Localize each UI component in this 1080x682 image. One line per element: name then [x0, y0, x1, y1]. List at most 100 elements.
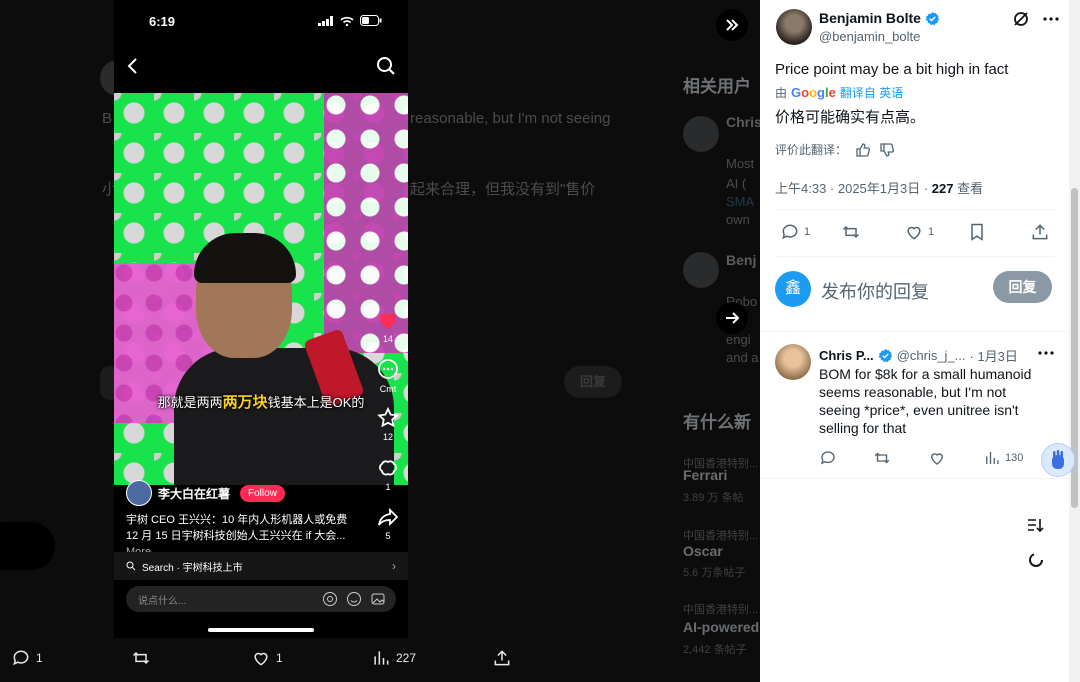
video-like-count: 14: [382, 334, 393, 344]
comment-date[interactable]: · 1月3日: [970, 346, 1018, 365]
remix-icon: [379, 460, 397, 476]
heart-icon: [907, 226, 921, 240]
mention-icon[interactable]: [322, 591, 338, 607]
video-subtitle: 那就是两两两万块钱基本上是OK的: [157, 394, 365, 411]
chevron-right-icon: ›: [392, 559, 396, 573]
bg-trend-count: 5.6 万条帖子: [683, 567, 746, 579]
video-remix-count: 1: [385, 482, 391, 492]
more-icon[interactable]: [1037, 344, 1055, 362]
bg-trend-count: 3.89 万 条帖: [683, 492, 744, 504]
video-creator: 李大白在红薯 Follow: [126, 480, 285, 506]
reply-count: 1: [804, 226, 811, 238]
bottom-share-button[interactable]: [492, 648, 512, 668]
next-media-button[interactable]: [716, 302, 748, 334]
bg-user-name: Chris: [726, 114, 762, 130]
image-icon[interactable]: [370, 591, 386, 607]
bg-user-bio-line: engi: [726, 332, 751, 347]
divider: [775, 209, 1055, 210]
sort-icon[interactable]: [1026, 516, 1044, 534]
tweet-detail-panel: Benjamin Bolte @benjamin_bolte Price poi…: [760, 0, 1080, 682]
bookmark-icon: [971, 223, 983, 241]
translated-from-link[interactable]: 翻译自 英语: [840, 84, 903, 101]
tweet-view-count: 227: [931, 181, 954, 196]
author-handle[interactable]: @benjamin_bolte: [819, 29, 920, 44]
repost-icon: [842, 225, 860, 239]
more-icon[interactable]: [1042, 10, 1060, 28]
bottom-like-button[interactable]: 1: [251, 648, 283, 668]
video-like-button[interactable]: 14: [372, 308, 404, 344]
video-favorite-button[interactable]: 12: [372, 406, 404, 442]
reply-input[interactable]: 发布你的回复: [821, 278, 929, 304]
video-comment-input[interactable]: 说点什么...: [126, 586, 396, 612]
share-arrow-icon: [378, 507, 399, 527]
bottom-views-button[interactable]: 227: [371, 648, 416, 668]
rate-translation-label: 评价此翻译：: [775, 143, 848, 157]
emoji-icon[interactable]: [346, 591, 362, 607]
comment-view-count: 130: [1005, 452, 1024, 464]
thumbs-up-icon[interactable]: [855, 142, 871, 158]
comment-like-button[interactable]: [928, 449, 946, 467]
repost-icon: [132, 651, 150, 665]
divider: [775, 256, 1055, 257]
video-share-count: 5: [385, 531, 391, 541]
grok-icon[interactable]: [1012, 10, 1030, 28]
share-button[interactable]: [1030, 222, 1050, 242]
tweet-meta: 上午4:33 · 2025年1月3日 · 227 查看: [775, 178, 983, 197]
comment-header: Chris P... @chris_j_... · 1月3日: [819, 346, 1018, 365]
media-action-bar: 1 1 227: [0, 648, 520, 676]
comment-reply-button[interactable]: [819, 449, 837, 467]
phone-status-bar: 6:19: [114, 12, 408, 32]
views-icon: [374, 651, 389, 665]
rate-translation: 评价此翻译：: [775, 141, 895, 158]
bg-user-avatar: [683, 116, 719, 152]
commenter-avatar[interactable]: [775, 344, 811, 380]
verified-badge-icon: [925, 11, 940, 25]
bg-trend-title: AI-powered: [683, 619, 760, 635]
bg-trend-count: 2,442 条帖子: [683, 644, 747, 656]
speaker-figure: [174, 348, 394, 485]
divider: [760, 478, 1068, 479]
follow-button[interactable]: Follow: [240, 484, 285, 502]
comment-text: BOM for $8k for a small humanoid seems r…: [819, 366, 1032, 436]
video-search-suggestion[interactable]: Search · 宇树科技上市 ›: [114, 552, 408, 580]
video-frame[interactable]: 那就是两两两万块钱基本上是OK的: [114, 93, 408, 485]
comment-icon: [378, 359, 398, 379]
bg-user-bio-line: SMA: [726, 194, 755, 209]
creator-avatar[interactable]: [126, 480, 152, 506]
author-name-row[interactable]: Benjamin Bolte: [819, 10, 940, 26]
author-avatar[interactable]: [776, 9, 812, 45]
bg-user-bio-line: and a: [726, 350, 759, 365]
reply-icon: [782, 224, 798, 240]
bg-tweet-text-zh-right: 起来合理，但我没有到"售价: [410, 181, 596, 198]
video-remix-button[interactable]: 1: [372, 456, 404, 492]
like-button[interactable]: 1: [904, 222, 934, 242]
bottom-reply-button[interactable]: 1: [11, 648, 43, 668]
assistant-floating-button[interactable]: [1041, 443, 1075, 477]
tweet-timestamp[interactable]: 上午4:33 · 2025年1月3日 ·: [775, 181, 932, 196]
search-icon[interactable]: [376, 56, 396, 76]
battery-icon: [360, 15, 382, 26]
tweet-actions: 1 1: [780, 222, 1060, 244]
heart-icon: [254, 652, 268, 666]
thumbs-down-icon[interactable]: [879, 142, 895, 158]
current-user-avatar[interactable]: 鑫: [775, 271, 811, 307]
bottom-repost-button[interactable]: [131, 648, 151, 668]
commenter-name[interactable]: Chris P...: [819, 348, 874, 363]
repost-button[interactable]: [841, 222, 861, 242]
back-icon[interactable]: [126, 56, 140, 76]
comment-views-button[interactable]: 130: [983, 449, 1023, 467]
commenter-handle[interactable]: @chris_j_...: [897, 348, 966, 363]
video-share-button[interactable]: 5: [372, 505, 404, 541]
creator-name[interactable]: 李大白在红薯: [158, 485, 230, 502]
reply-submit-button[interactable]: 回复: [993, 271, 1052, 303]
bg-trend-title: Oscar: [683, 543, 723, 559]
reply-button[interactable]: 1: [780, 222, 810, 242]
home-indicator: [208, 628, 314, 632]
video-comment-button[interactable]: Cmt: [372, 358, 404, 394]
comment-placeholder: 说点什么...: [138, 595, 187, 607]
loading-spinner-icon: [1029, 553, 1043, 567]
bookmark-button[interactable]: [967, 222, 987, 242]
comment-repost-button[interactable]: [873, 449, 891, 467]
collapse-panel-button[interactable]: [716, 9, 748, 41]
bg-user-name: Benj: [726, 252, 757, 268]
